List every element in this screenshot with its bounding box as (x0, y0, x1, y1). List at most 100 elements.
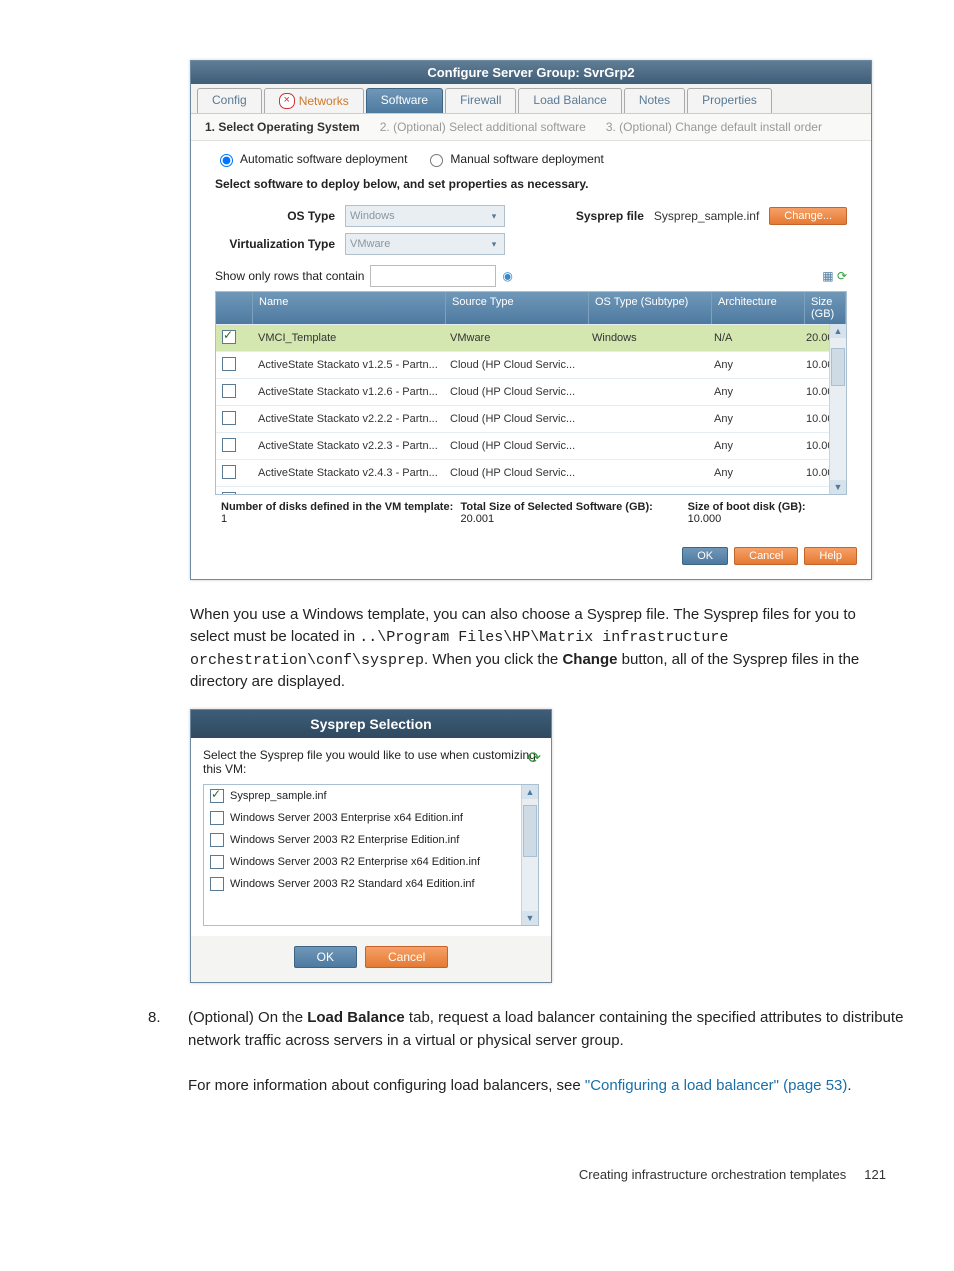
list-item[interactable]: Windows Server 2003 R2 Enterprise x64 Ed… (204, 851, 538, 873)
checkbox[interactable] (210, 833, 224, 847)
os-type-value: Windows (350, 210, 395, 222)
disks-label: Number of disks defined in the VM templa… (221, 501, 453, 513)
body-paragraph: When you use a Windows template, you can… (190, 604, 880, 693)
os-type-select[interactable]: Windows ▾ (345, 205, 505, 227)
col-size[interactable]: Size (GB) (805, 292, 846, 324)
scrollbar[interactable]: ▲ ▼ (521, 785, 538, 925)
step-3[interactable]: 3. (Optional) Change default install ord… (606, 120, 822, 134)
col-name[interactable]: Name (253, 292, 446, 324)
tab-load-balance[interactable]: Load Balance (518, 88, 621, 113)
checkbox[interactable] (222, 465, 236, 479)
table-row[interactable]: BitNami DevPack 1.0-0 Ubuntu 10.0…Cloud … (216, 486, 846, 494)
cell-subtype (586, 469, 708, 477)
checkbox[interactable] (210, 877, 224, 891)
list-item[interactable]: Windows Server 2003 Enterprise x64 Editi… (204, 807, 538, 829)
radio-auto[interactable]: Automatic software deployment (215, 151, 407, 167)
checkbox[interactable] (210, 811, 224, 825)
cell-subtype: Linux (586, 490, 708, 494)
checkbox[interactable] (222, 330, 236, 344)
configuring-load-balancer-link[interactable]: "Configuring a load balancer" (page 53) (585, 1077, 848, 1094)
cell-arch: Any (708, 463, 800, 483)
cell-arch: Any (708, 490, 800, 494)
scroll-down-icon[interactable]: ▼ (522, 911, 538, 925)
radio-auto-input[interactable] (220, 154, 233, 167)
table-row[interactable]: ActiveState Stackato v2.2.3 - Partn...Cl… (216, 432, 846, 459)
checkbox[interactable] (222, 384, 236, 398)
sysprep-value: Sysprep_sample.inf (654, 209, 759, 223)
table-row[interactable]: ActiveState Stackato v2.4.3 - Partn...Cl… (216, 459, 846, 486)
cancel-button[interactable]: Cancel (734, 547, 798, 565)
help-button[interactable]: Help (804, 547, 857, 565)
cancel-button[interactable]: Cancel (365, 946, 448, 968)
software-table: Name Source Type OS Type (Subtype) Archi… (215, 291, 847, 495)
grid-icon[interactable]: ▦ (822, 269, 833, 283)
step-content: (Optional) On the Load Balance tab, requ… (188, 1007, 908, 1097)
filter-label: Show only rows that contain (215, 269, 364, 283)
scroll-thumb[interactable] (523, 805, 537, 857)
radio-manual[interactable]: Manual software deployment (425, 151, 603, 167)
table-row[interactable]: ActiveState Stackato v2.2.2 - Partn...Cl… (216, 405, 846, 432)
tab-notes[interactable]: Notes (624, 88, 685, 113)
scroll-up-icon[interactable]: ▲ (522, 785, 538, 799)
tab-config[interactable]: Config (197, 88, 262, 113)
cell-source: Cloud (HP Cloud Servic... (444, 409, 586, 429)
total-size-label: Total Size of Selected Software (GB): (460, 501, 652, 513)
tabs-row: Config × Networks Software Firewall Load… (191, 84, 871, 114)
cell-name: ActiveState Stackato v1.2.6 - Partn... (252, 382, 444, 402)
list-item-label: Windows Server 2003 R2 Standard x64 Edit… (230, 878, 475, 890)
cell-name: ActiveState Stackato v2.4.3 - Partn... (252, 463, 444, 483)
tab-software[interactable]: Software (366, 88, 443, 113)
cell-arch: N/A (708, 328, 800, 348)
step-1[interactable]: 1. Select Operating System (205, 120, 360, 134)
cell-name: ActiveState Stackato v2.2.2 - Partn... (252, 409, 444, 429)
table-row[interactable]: ActiveState Stackato v1.2.5 - Partn...Cl… (216, 351, 846, 378)
change-button[interactable]: Change... (769, 207, 847, 225)
checkbox[interactable] (222, 411, 236, 425)
list-item-label: Windows Server 2003 Enterprise x64 Editi… (230, 812, 463, 824)
scroll-up-icon[interactable]: ▲ (830, 324, 846, 338)
cell-subtype (586, 361, 708, 369)
refresh-icon[interactable]: ⟳ (837, 269, 847, 283)
sysprep-instruction: Select the Sysprep file you would like t… (203, 748, 539, 776)
col-arch[interactable]: Architecture (712, 292, 805, 324)
ok-button[interactable]: OK (294, 946, 357, 968)
step-2[interactable]: 2. (Optional) Select additional software (380, 120, 586, 134)
sysprep-dialog-title: Sysprep Selection (191, 710, 551, 738)
help-icon[interactable]: ◉ (502, 269, 512, 283)
col-subtype[interactable]: OS Type (Subtype) (589, 292, 712, 324)
cell-subtype: Windows (586, 328, 708, 348)
tab-properties[interactable]: Properties (687, 88, 772, 113)
list-item[interactable]: Windows Server 2003 R2 Standard x64 Edit… (204, 873, 538, 895)
checkbox[interactable] (210, 789, 224, 803)
virt-type-select[interactable]: VMware ▾ (345, 233, 505, 255)
table-row[interactable]: ActiveState Stackato v1.2.6 - Partn...Cl… (216, 378, 846, 405)
refresh-icon[interactable]: ⟳ (528, 748, 541, 768)
cell-arch: Any (708, 382, 800, 402)
cell-subtype (586, 415, 708, 423)
tab-label: Networks (299, 94, 349, 108)
footer-text: Creating infrastructure orchestration te… (579, 1167, 846, 1182)
scroll-thumb[interactable] (831, 348, 845, 386)
cell-source: Cloud (HP Cloud Servic... (444, 436, 586, 456)
checkbox[interactable] (222, 438, 236, 452)
list-item[interactable]: Windows Server 2003 R2 Enterprise Editio… (204, 829, 538, 851)
tab-firewall[interactable]: Firewall (445, 88, 516, 113)
checkbox[interactable] (222, 357, 236, 371)
filter-input[interactable] (370, 265, 496, 287)
tab-networks[interactable]: × Networks (264, 88, 364, 113)
list-item[interactable]: Sysprep_sample.inf (204, 785, 538, 807)
scrollbar[interactable]: ▲ ▼ (829, 324, 846, 494)
step-number: 8. (148, 1007, 188, 1097)
list-item-label: Sysprep_sample.inf (230, 790, 327, 802)
checkbox[interactable] (210, 855, 224, 869)
checkbox[interactable] (222, 492, 236, 495)
table-row[interactable]: VMCI_TemplateVMwareWindowsN/A20.001 (216, 324, 846, 351)
radio-manual-input[interactable] (430, 154, 443, 167)
sysprep-selection-dialog: Sysprep Selection ⟳ Select the Sysprep f… (190, 709, 552, 983)
os-type-label: OS Type (215, 209, 335, 223)
scroll-down-icon[interactable]: ▼ (830, 480, 846, 494)
col-source[interactable]: Source Type (446, 292, 589, 324)
cell-source: Cloud (HP Cloud Servic... (444, 382, 586, 402)
ok-button[interactable]: OK (682, 547, 728, 565)
wizard-steps: 1. Select Operating System 2. (Optional)… (191, 114, 871, 141)
